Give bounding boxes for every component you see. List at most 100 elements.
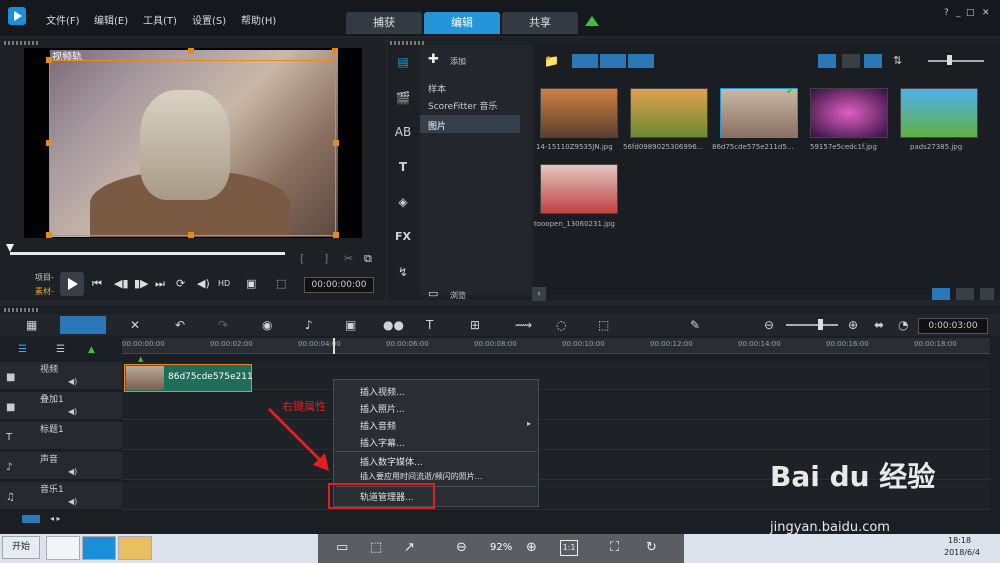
menu-file[interactable]: 文件(F) <box>46 12 80 27</box>
show-photo-button[interactable] <box>600 54 626 68</box>
undo-icon[interactable]: ↶ <box>175 318 185 332</box>
browse-label[interactable]: 浏览 <box>450 290 466 301</box>
layout-button[interactable] <box>956 288 974 300</box>
panel-grip[interactable] <box>390 41 424 45</box>
audio-mixer-icon[interactable]: ♪ <box>305 318 313 332</box>
add-label[interactable]: 添加 <box>450 56 466 67</box>
import-icon[interactable]: 📁 <box>544 54 559 68</box>
actual-size-button[interactable]: 1:1 <box>560 540 578 556</box>
aspect-icon[interactable]: ▣ <box>246 277 256 290</box>
transition-icon[interactable]: AB <box>392 122 414 142</box>
show-audio-button[interactable] <box>628 54 654 68</box>
zoom-out-viewer-icon[interactable]: ⊖ <box>456 540 467 555</box>
resize-handle[interactable] <box>188 48 194 54</box>
timeline-view-button[interactable] <box>60 316 106 334</box>
folder-scorefitter[interactable]: ScoreFitter 音乐 <box>428 99 497 112</box>
panel-grip[interactable] <box>4 308 38 312</box>
menu-edit[interactable]: 编辑(E) <box>94 12 128 27</box>
sort-icon[interactable]: ⇅ <box>893 54 902 67</box>
time-remap-icon[interactable]: ⟿ <box>515 318 532 332</box>
record-icon[interactable]: ◉ <box>262 318 272 332</box>
mute-icon[interactable]: ◀) <box>68 377 77 386</box>
split-icon[interactable]: ✂ <box>344 252 353 265</box>
multicam-icon[interactable]: ⊞ <box>470 318 480 332</box>
mark-out-icon[interactable]: ] <box>324 252 328 265</box>
end-icon[interactable]: ⏭ <box>155 277 165 291</box>
zoom-knob[interactable] <box>818 319 823 330</box>
smart-render-icon[interactable]: ✎ <box>690 318 700 332</box>
home-icon[interactable]: ⏮ <box>92 277 102 291</box>
playhead[interactable] <box>333 338 335 354</box>
timeline-timecode[interactable]: 0:00:03:00 <box>918 318 988 334</box>
mark-in-icon[interactable]: [ <box>300 252 304 265</box>
redo-icon[interactable]: ↷ <box>218 318 228 332</box>
resize-handle[interactable] <box>188 232 194 238</box>
app-taskbar-icon[interactable] <box>82 536 116 560</box>
pan-zoom-icon[interactable]: ⬚ <box>598 318 609 332</box>
zoom-in-viewer-icon[interactable]: ⊕ <box>526 540 537 555</box>
menu-settings[interactable]: 设置(S) <box>192 12 226 27</box>
close-icon[interactable]: ✕ <box>982 8 990 18</box>
tab-capture[interactable]: 捕获 <box>346 12 422 34</box>
add-track-button[interactable] <box>22 515 40 523</box>
help-icon[interactable]: ? <box>944 8 949 18</box>
zoom-in-icon[interactable]: ⊕ <box>848 318 858 332</box>
resize-handle[interactable] <box>333 232 339 238</box>
resize-handle[interactable] <box>46 57 52 63</box>
thumb-size-knob[interactable] <box>947 55 952 65</box>
menu-help[interactable]: 帮助(H) <box>241 12 276 27</box>
title-icon[interactable]: T <box>392 157 414 177</box>
thumbnail[interactable] <box>540 88 618 138</box>
path-icon[interactable]: ↯ <box>392 262 414 282</box>
scrubber-handle[interactable] <box>6 244 14 252</box>
auto-music-icon[interactable]: ▣ <box>345 318 356 332</box>
track-list-icon[interactable]: ☰ <box>18 344 27 355</box>
preview-timecode[interactable]: 00:00:00:00 <box>304 277 374 293</box>
thumb-size-slider[interactable] <box>928 60 984 62</box>
storyboard-view-icon[interactable]: ▦ <box>26 318 37 332</box>
resize-handle[interactable] <box>46 232 52 238</box>
menu-insert-timelapse[interactable]: 插入要应用时间流逝/频闪的照片... <box>360 471 482 482</box>
zoom-slider[interactable] <box>786 324 838 326</box>
ripple-icon[interactable]: ▲ <box>88 345 95 355</box>
thumbnail[interactable] <box>630 88 708 138</box>
export-icon[interactable]: ⬚ <box>370 540 382 555</box>
view-thumb-button[interactable] <box>818 54 836 68</box>
fullscreen-icon[interactable]: ⛶ <box>610 540 619 555</box>
track-row[interactable] <box>122 422 990 450</box>
resize-handle[interactable] <box>332 48 338 54</box>
tab-share[interactable]: 共享 <box>502 12 578 34</box>
zoom-out-icon[interactable]: ⊖ <box>764 318 774 332</box>
tab-edit[interactable]: 编辑 <box>424 12 500 34</box>
hd-icon[interactable]: HD <box>218 279 230 288</box>
mute-icon[interactable]: ◀) <box>68 497 77 506</box>
scroll-arrows-icon[interactable]: ◂ ▸ <box>50 514 61 523</box>
folder-photos[interactable]: 图片 <box>428 119 446 132</box>
save-icon[interactable]: ▭ <box>336 540 348 555</box>
minimize-icon[interactable]: _ <box>956 8 961 18</box>
layout-button[interactable] <box>932 288 950 300</box>
menu-insert-subtitle[interactable]: 插入字幕... <box>360 436 405 449</box>
thumbnail[interactable] <box>900 88 978 138</box>
next-frame-icon[interactable]: ▮▶ <box>134 277 149 290</box>
motion-tracking-icon[interactable]: ●● <box>383 318 404 332</box>
mode-clip[interactable]: 素材- <box>35 286 54 297</box>
subtitle-icon[interactable]: T <box>426 318 433 332</box>
mute-icon[interactable]: ◀) <box>68 467 77 476</box>
collapse-left-icon[interactable]: ‹ <box>532 287 546 301</box>
restore-icon[interactable]: □ <box>966 8 975 18</box>
menu-insert-audio[interactable]: 插入音频 <box>360 419 396 432</box>
view-grid-button[interactable] <box>864 54 882 68</box>
share-icon[interactable]: ↗ <box>404 540 415 555</box>
tools-icon[interactable]: ✕ <box>130 318 140 332</box>
upload-icon[interactable] <box>585 16 599 26</box>
panel-grip[interactable] <box>4 41 38 45</box>
repeat-icon[interactable]: ⟳ <box>176 277 185 290</box>
graphics-icon[interactable]: ◈ <box>392 192 414 212</box>
scrub-bar[interactable] <box>10 252 285 255</box>
crop-frame[interactable] <box>49 60 336 236</box>
enlarge-icon[interactable]: ⧉ <box>364 252 372 266</box>
resize-handle[interactable] <box>46 140 52 146</box>
mask-icon[interactable]: ◌ <box>556 318 566 332</box>
mode-project[interactable]: 项目- <box>35 272 54 283</box>
